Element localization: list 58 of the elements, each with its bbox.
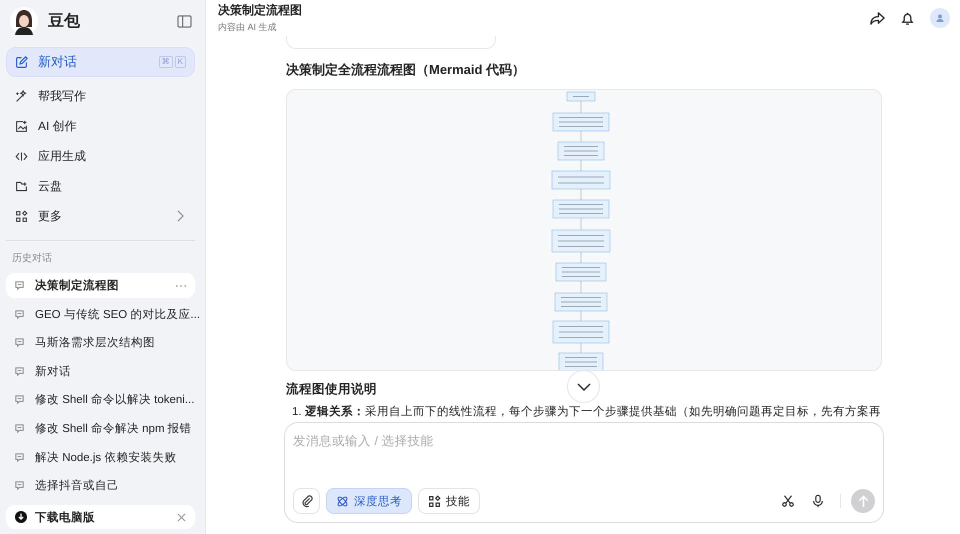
close-icon[interactable] bbox=[177, 512, 186, 522]
new-chat-button[interactable]: 新对话 ⌘ K bbox=[6, 47, 195, 77]
history-item[interactable]: 修改 Shell 命令以解决 tokeni... bbox=[6, 387, 195, 412]
attach-button[interactable] bbox=[293, 488, 320, 514]
chat-bubble-icon bbox=[14, 394, 25, 406]
edit-icon bbox=[15, 56, 28, 68]
shortcut-key: K bbox=[174, 56, 186, 68]
history-item[interactable]: 新对话 bbox=[6, 358, 195, 384]
app-name: 豆包 bbox=[48, 12, 81, 32]
download-banner[interactable]: 下载电脑版 bbox=[6, 505, 195, 529]
history-item[interactable]: 选择抖音或自己 bbox=[6, 473, 195, 498]
shortcut-key: ⌘ bbox=[158, 56, 173, 68]
chat-bubble-icon bbox=[14, 452, 25, 463]
chat-bubble-icon bbox=[14, 308, 25, 320]
deep-think-button[interactable]: 深度思考 bbox=[326, 488, 412, 514]
scroll-down-button[interactable] bbox=[567, 370, 600, 403]
menu-item[interactable]: 帮我写作 bbox=[6, 81, 195, 111]
section-label: 历史对话 bbox=[11, 252, 53, 266]
history-item[interactable]: 修改 Shell 命令解决 npm 报错 bbox=[6, 416, 195, 441]
arrow-up-icon bbox=[858, 494, 868, 508]
chevron-down-icon bbox=[576, 382, 590, 390]
ai-disclaimer: 内容由 AI 生成 bbox=[218, 21, 278, 34]
history-item[interactable]: 马斯洛需求层次结构图 bbox=[6, 330, 195, 356]
history-item[interactable]: 解决 Node.js 依赖安装失败 bbox=[6, 444, 195, 470]
folder-plus-icon bbox=[15, 180, 28, 192]
code-icon bbox=[15, 150, 28, 162]
paperclip-icon bbox=[300, 494, 314, 508]
scissors-icon[interactable] bbox=[781, 494, 795, 508]
image-sparkle-icon bbox=[15, 120, 28, 132]
chat-bubble-icon bbox=[14, 366, 25, 377]
chat-bubble-icon bbox=[14, 280, 25, 291]
menu-item[interactable]: 应用生成 bbox=[6, 141, 195, 171]
grid-icon bbox=[15, 210, 28, 222]
bell-icon[interactable] bbox=[900, 10, 915, 26]
menu-item[interactable]: AI 创作 bbox=[6, 111, 195, 141]
chevron-right-icon bbox=[177, 210, 184, 222]
message-composer[interactable]: 发消息或输入 / 选择技能 深度思考 技能 bbox=[284, 422, 884, 523]
sidebar-toggle-icon[interactable] bbox=[177, 14, 192, 28]
grid-icon bbox=[428, 494, 441, 508]
conversation-title: 决策制定流程图 bbox=[218, 2, 303, 19]
microphone-icon[interactable] bbox=[811, 494, 825, 508]
magic-pen-icon bbox=[15, 90, 28, 102]
history-item[interactable]: 决策制定流程图 bbox=[6, 273, 195, 298]
chat-bubble-icon bbox=[14, 337, 25, 348]
user-avatar-icon[interactable] bbox=[930, 8, 950, 28]
section-heading: 决策制定全流程流程图（Mermaid 代码） bbox=[286, 61, 526, 79]
menu-item[interactable]: 更多 bbox=[6, 201, 195, 231]
chat-bubble-icon bbox=[14, 480, 25, 492]
section-heading: 流程图使用说明 bbox=[286, 381, 377, 398]
more-icon[interactable] bbox=[175, 284, 187, 288]
paragraph: 1. 逻辑关系：采用自上而下的线性流程，每个步骤为下一个步骤提供基础（如先明确问题再定目标，先有方案再 bbox=[292, 404, 881, 419]
atom-icon bbox=[336, 494, 349, 508]
share-icon[interactable] bbox=[870, 10, 885, 26]
chat-bubble-icon bbox=[14, 422, 25, 434]
avatar-icon bbox=[10, 7, 38, 35]
download-icon bbox=[15, 511, 27, 523]
skills-button[interactable]: 技能 bbox=[418, 488, 480, 514]
menu-item[interactable]: 云盘 bbox=[6, 171, 195, 201]
